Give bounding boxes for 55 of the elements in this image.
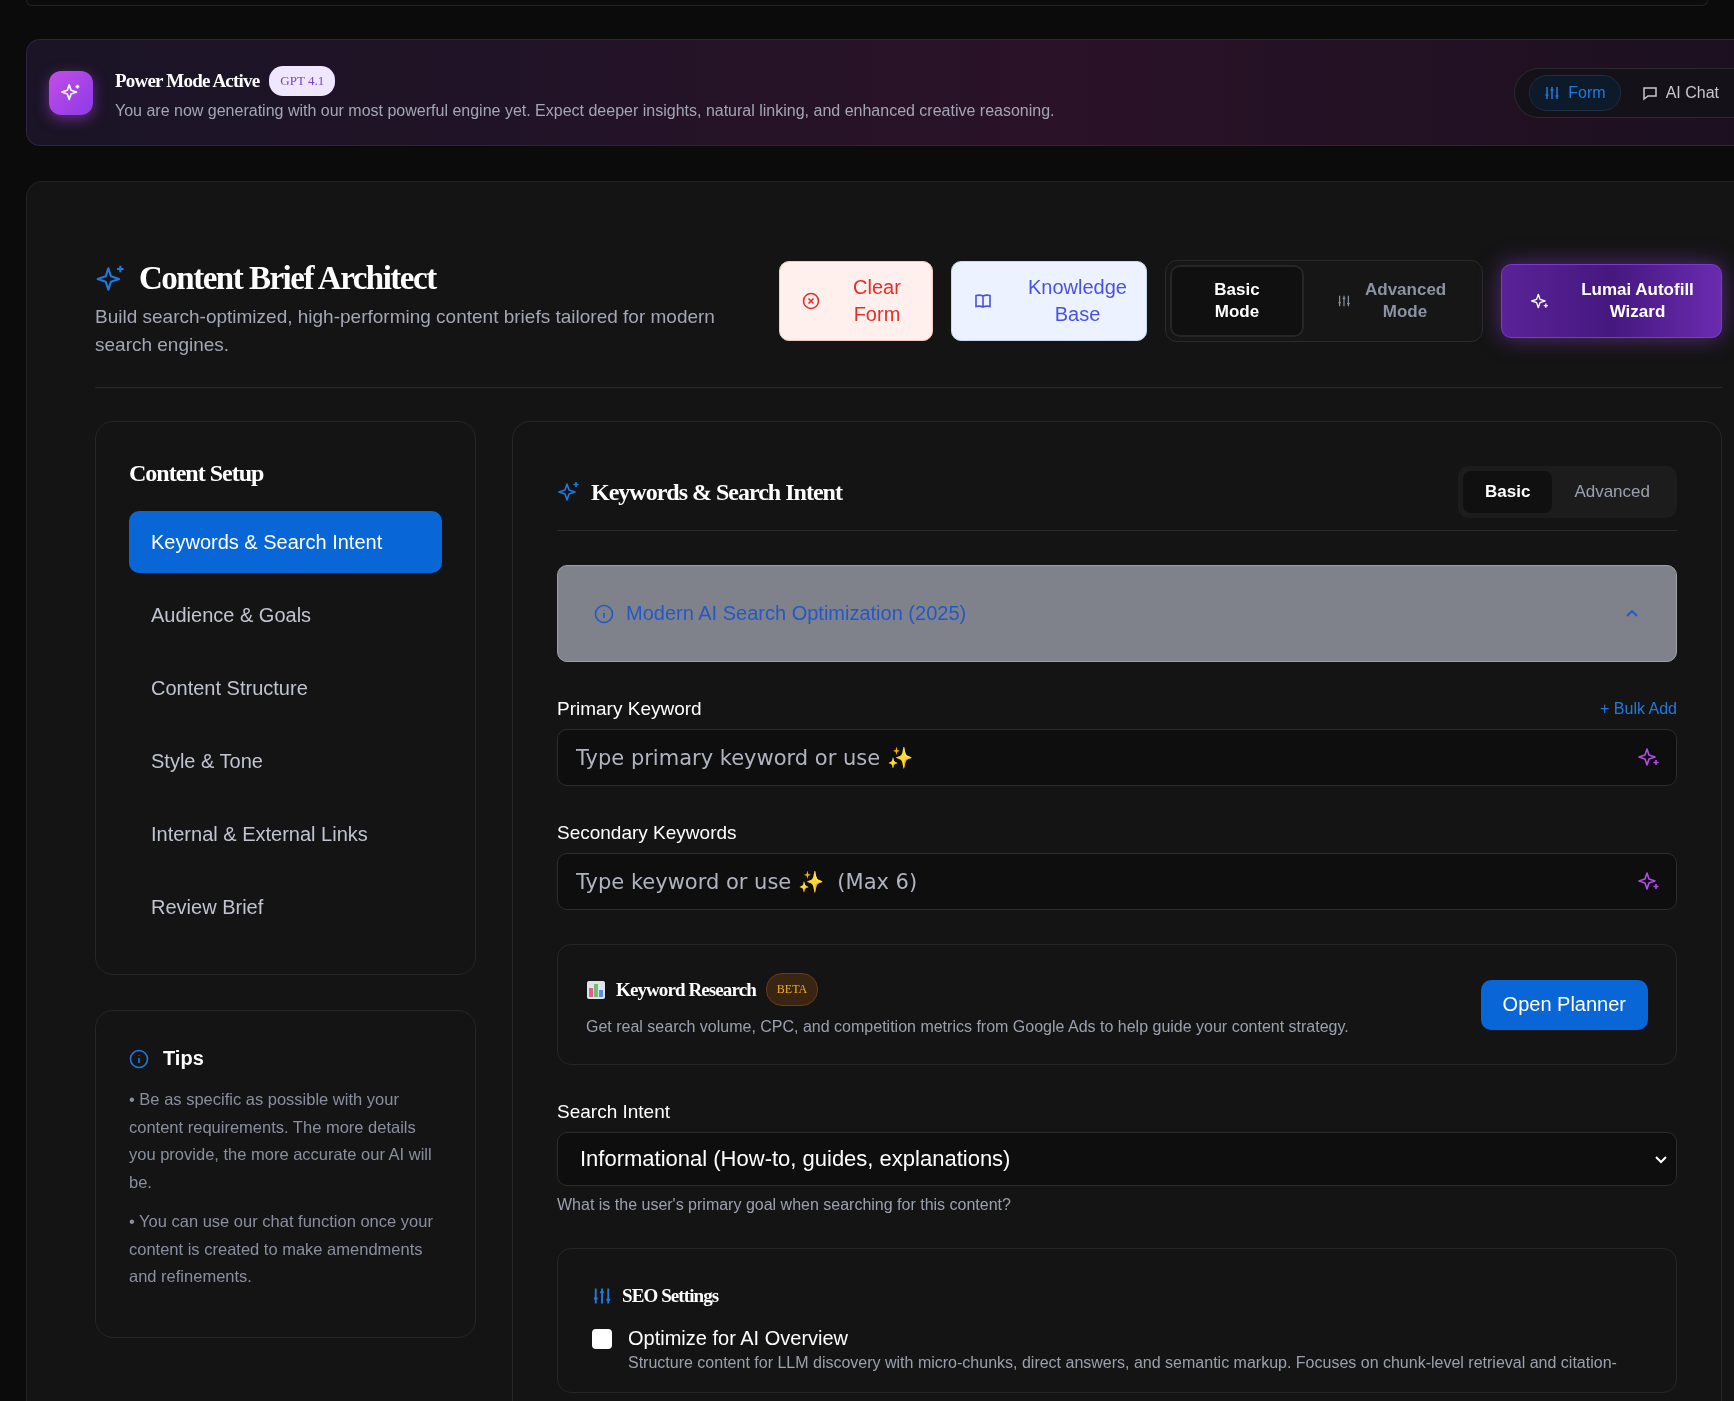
- level-tab[interactable]: Basic: [1463, 471, 1553, 513]
- field-label: Secondary Keywords: [557, 822, 737, 844]
- sidebar-item[interactable]: Internal & External Links: [129, 803, 442, 865]
- bulk-add-link[interactable]: + Bulk Add: [1600, 700, 1677, 718]
- tips-title: Tips: [163, 1047, 204, 1070]
- page-subtitle: Build search-optimized, high-performing content briefs tailored for modern search engines.: [95, 305, 716, 357]
- info-icon: [129, 1048, 149, 1069]
- bar-chart-icon: [586, 979, 606, 1000]
- close-circle-icon: [802, 292, 820, 310]
- sliders-icon: [592, 1286, 612, 1306]
- tip-text: • Be as specific as possible with your content requirements. The more details you provide, the more accurate our AI will be.: [129, 1089, 433, 1193]
- research-description: Get real search volume, CPC, and competition metrics from Google Ads to help guide your content strategy.: [586, 1018, 1349, 1036]
- sliders-icon: [1337, 294, 1351, 308]
- tip-text: • You can use our chat function once your content is created to make amendments and refinements.: [129, 1211, 434, 1287]
- sparkle-icon: [1637, 745, 1661, 769]
- sidebar-item[interactable]: Style & Tone: [129, 730, 442, 792]
- info-icon: [594, 603, 614, 624]
- section-title: Keywords & Search Intent: [591, 478, 842, 506]
- secondary-keywords-field[interactable]: Type keyword or use ✨ (Max 6): [557, 853, 1677, 910]
- seo-title: SEO Settings: [622, 1285, 719, 1307]
- model-badge: GPT 4.1: [269, 65, 336, 96]
- banner-title: Power Mode Active: [115, 69, 260, 92]
- sidebar-item[interactable]: Keywords & Search Intent: [129, 511, 442, 573]
- open-planner-button[interactable]: Open Planner: [1480, 979, 1648, 1030]
- field-label: Primary Keyword: [557, 698, 702, 720]
- banner-text: You are now generating with our most powerful engine yet. Expect deeper insights, natural linking, and enhanced creative reasoning.: [115, 101, 1056, 120]
- knowledge-base-button[interactable]: Knowledge Base: [951, 261, 1147, 341]
- sidebar-item[interactable]: Audience & Goals: [129, 584, 442, 646]
- page-title: Content Brief Architect: [139, 260, 436, 297]
- view-tab[interactable]: Form: [1529, 74, 1621, 111]
- option-label: Optimize for AI Overview: [628, 1327, 850, 1350]
- sparkle-icon: [1637, 869, 1661, 893]
- sidebar-item[interactable]: Review Brief: [129, 876, 442, 938]
- chat-icon: [1641, 84, 1658, 101]
- research-title: Keyword Research: [616, 978, 756, 1001]
- sparkle-icon: [557, 480, 581, 504]
- book-icon: [974, 292, 992, 310]
- checkbox[interactable]: [592, 1329, 612, 1349]
- search-intent-select[interactable]: Informational (How-to, guides, explanations): [557, 1132, 1677, 1186]
- mode-tab[interactable]: Advanced Mode: [1304, 265, 1478, 337]
- help-text: What is the user's primary goal when searching for this content?: [557, 1196, 1012, 1214]
- beta-badge: BETA: [765, 973, 819, 1006]
- level-tab[interactable]: Advanced: [1552, 471, 1672, 513]
- primary-keyword-field[interactable]: Type primary keyword or use ✨: [557, 729, 1677, 786]
- sidebar-item[interactable]: Content Structure: [129, 657, 442, 719]
- option-description: Structure content for LLM discovery with micro-chunks, direct answers, and semantic markup. Focuses on chunk-level retrieval and citation-: [628, 1354, 1617, 1372]
- field-label: Search Intent: [557, 1101, 671, 1123]
- clear-form-button[interactable]: Clear Form: [779, 261, 933, 341]
- view-tab[interactable]: AI Chat: [1626, 74, 1734, 111]
- mode-tab[interactable]: Basic Mode: [1170, 265, 1304, 337]
- sidebar-title: Content Setup: [129, 460, 265, 487]
- sliders-icon: [1544, 84, 1561, 101]
- sparkle-icon: [1530, 291, 1550, 311]
- autofill-wizard-button[interactable]: Lumai Autofill Wizard: [1501, 264, 1722, 338]
- sparkle-icon: [49, 70, 93, 115]
